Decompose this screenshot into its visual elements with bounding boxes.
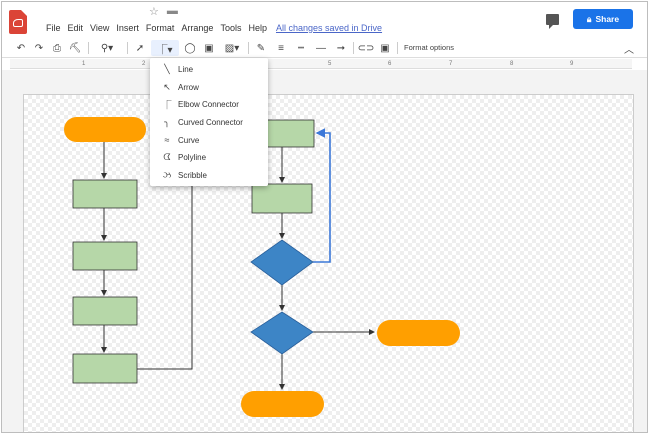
curved-connector-icon: ╮ — [164, 117, 170, 128]
elbow-connector-icon: ⎾ — [162, 100, 172, 111]
process-shape[interactable] — [72, 179, 138, 209]
menu-item-label: Curved Connector — [178, 118, 243, 128]
menu-item-elbow-connector[interactable]: ⎾ Elbow Connector — [150, 96, 268, 114]
terminator-shape[interactable] — [64, 117, 146, 142]
menu-item-label: Polyline — [178, 153, 207, 163]
menu-item-polyline[interactable]: ᗧ Polyline — [150, 149, 268, 167]
line-tool-menu: ╲ Line ↖ Arrow ⎾ Elbow Connector ╮ Curve… — [150, 58, 268, 186]
menu-item-scribble[interactable]: ઝ Scribble — [150, 167, 268, 185]
menu-item-arrow[interactable]: ↖ Arrow — [150, 79, 268, 97]
line-icon: ╲ — [164, 64, 170, 75]
menu-item-label: Curve — [178, 135, 200, 145]
elbow-connector[interactable] — [137, 160, 193, 370]
menu-item-line[interactable]: ╲ Line — [150, 61, 268, 79]
process-shape[interactable] — [251, 183, 313, 214]
selected-elbow-connector[interactable] — [313, 128, 331, 263]
decision-shape[interactable] — [250, 239, 314, 286]
flowchart — [64, 117, 460, 417]
scribble-icon: ઝ — [162, 169, 172, 180]
app-window: ☆ ▬ File Edit View Insert Format Arrange… — [1, 1, 648, 433]
menu-item-label: Arrow — [178, 82, 199, 92]
menu-item-label: Line — [178, 65, 194, 75]
menu-item-label: Elbow Connector — [178, 100, 239, 110]
polyline-icon: ᗧ — [163, 152, 171, 163]
arrow-icon: ↖ — [163, 81, 171, 92]
terminator-shape[interactable] — [377, 320, 460, 346]
menu-item-label: Scribble — [178, 170, 207, 180]
curve-icon: ≈ — [164, 135, 170, 146]
process-shape[interactable] — [72, 241, 138, 271]
process-shape[interactable] — [72, 353, 138, 384]
terminator-shape[interactable] — [241, 391, 324, 417]
process-shape[interactable] — [72, 296, 138, 326]
decision-shape[interactable] — [250, 311, 314, 355]
menu-item-curve[interactable]: ≈ Curve — [150, 131, 268, 149]
menu-item-curved-connector[interactable]: ╮ Curved Connector — [150, 114, 268, 132]
